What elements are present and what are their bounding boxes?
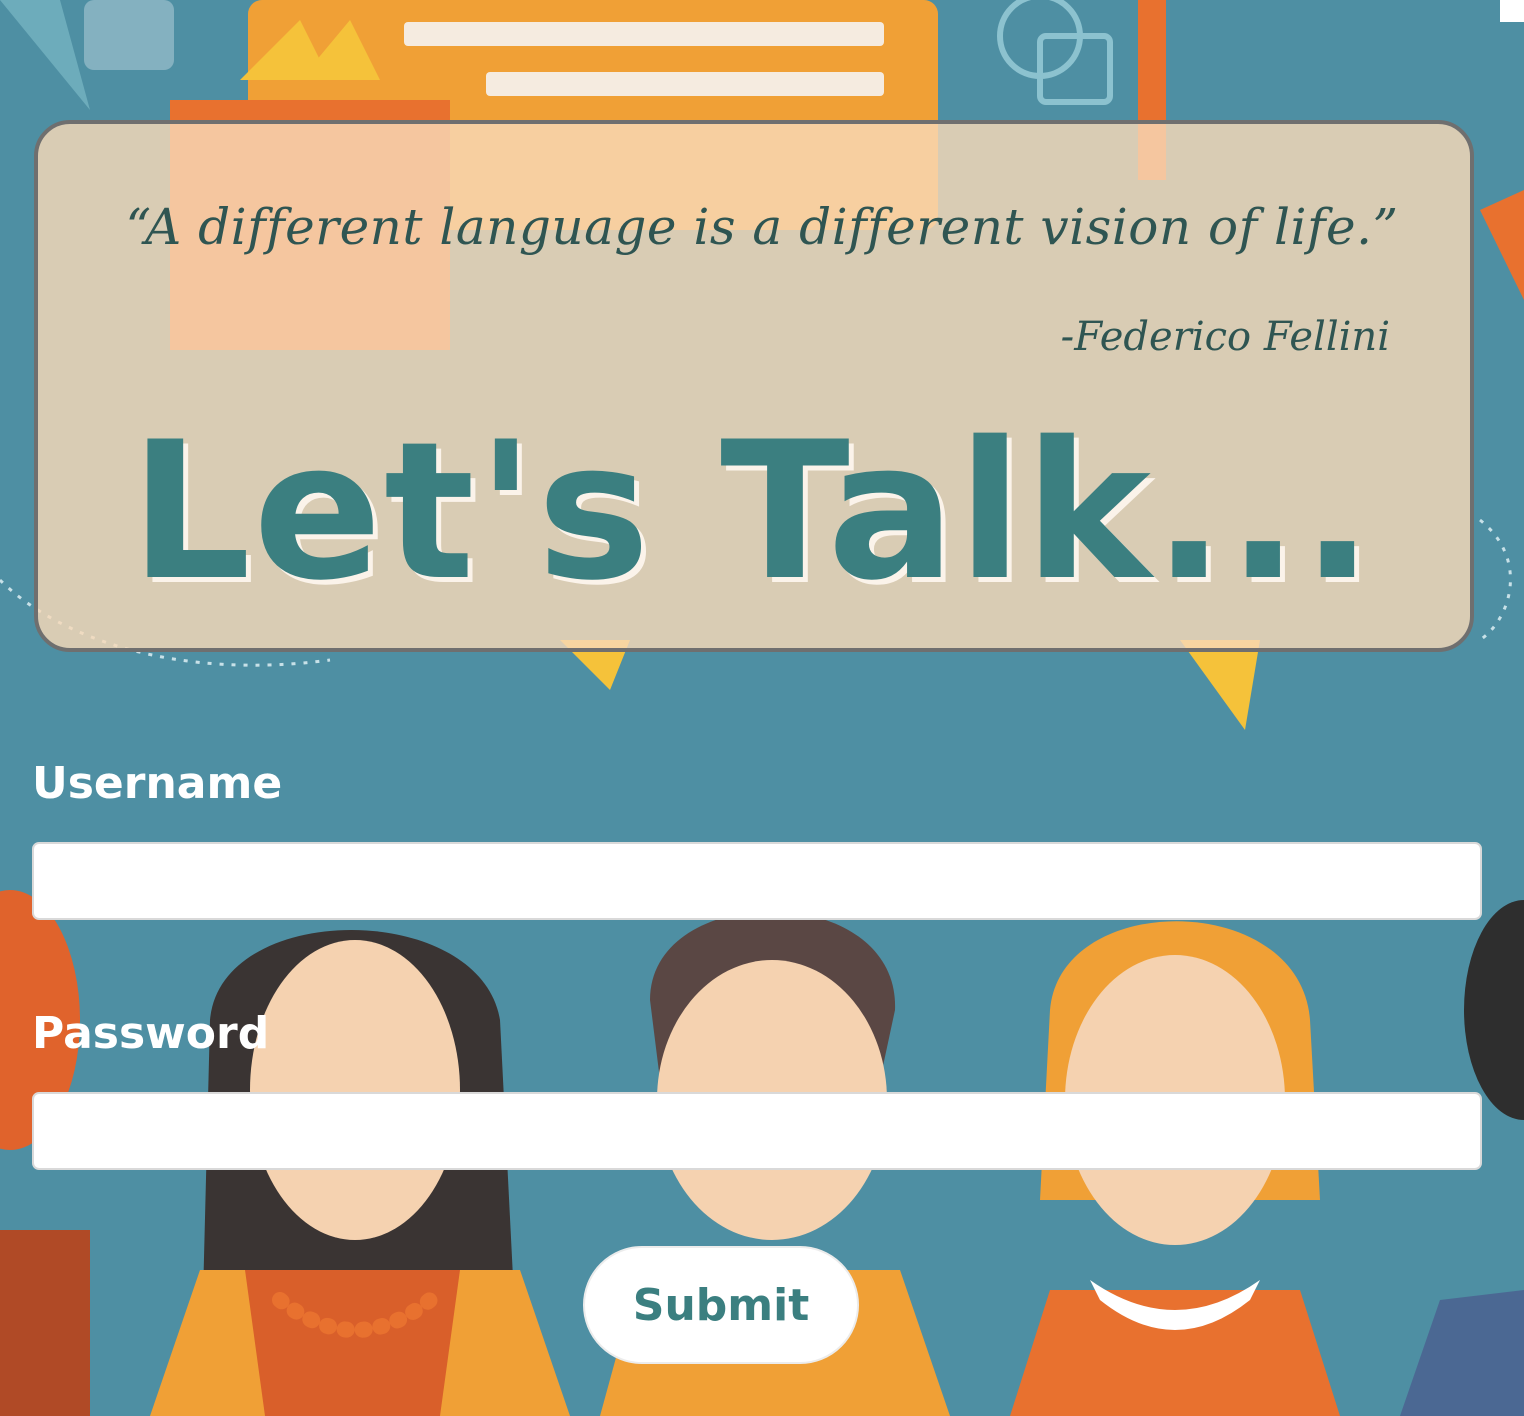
quote-text: “A different language is a different vis… [125,198,1399,256]
message-line-2 [486,72,884,96]
person-2-face [250,940,460,1240]
person-4-body [1010,1290,1340,1416]
corner-square [1500,0,1524,22]
quote-attribution: -Federico Fellini [1060,314,1390,360]
message-line-1 [404,22,884,46]
username-input[interactable] [32,842,1482,920]
page-headline: Let's Talk... [130,401,1376,622]
submit-button[interactable]: Submit [583,1246,859,1364]
password-input[interactable] [32,1092,1482,1170]
puzzle-icon [84,0,174,70]
person-2-dress [245,1270,460,1416]
password-label: Password [32,1008,270,1059]
username-label: Username [32,758,283,809]
person-1-body [0,1230,90,1416]
